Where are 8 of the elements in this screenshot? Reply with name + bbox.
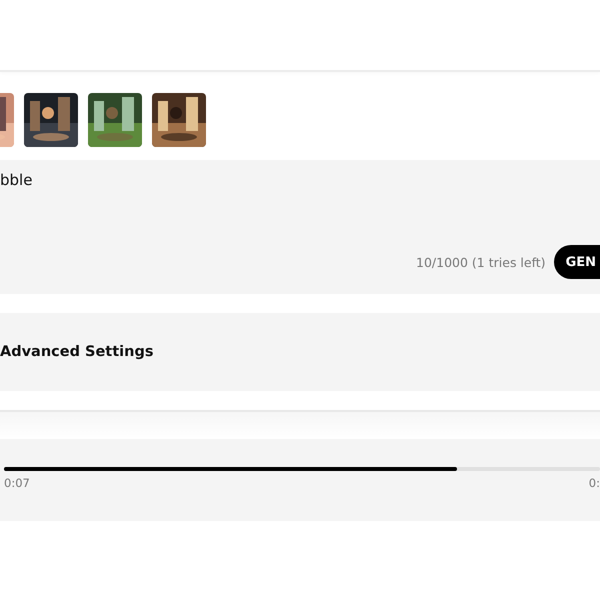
- prompt-field[interactable]: bble: [0, 171, 32, 189]
- elapsed-time: 0:07: [4, 476, 30, 490]
- advanced-settings-panel[interactable]: Advanced Settings: [0, 313, 600, 391]
- advanced-settings-label: Advanced Settings: [0, 344, 154, 360]
- character-counter: 10/1000 (1 tries left): [416, 254, 546, 270]
- total-time: 0:: [588, 476, 600, 490]
- generate-button[interactable]: GEN: [554, 245, 600, 279]
- progress-bar[interactable]: [4, 467, 600, 471]
